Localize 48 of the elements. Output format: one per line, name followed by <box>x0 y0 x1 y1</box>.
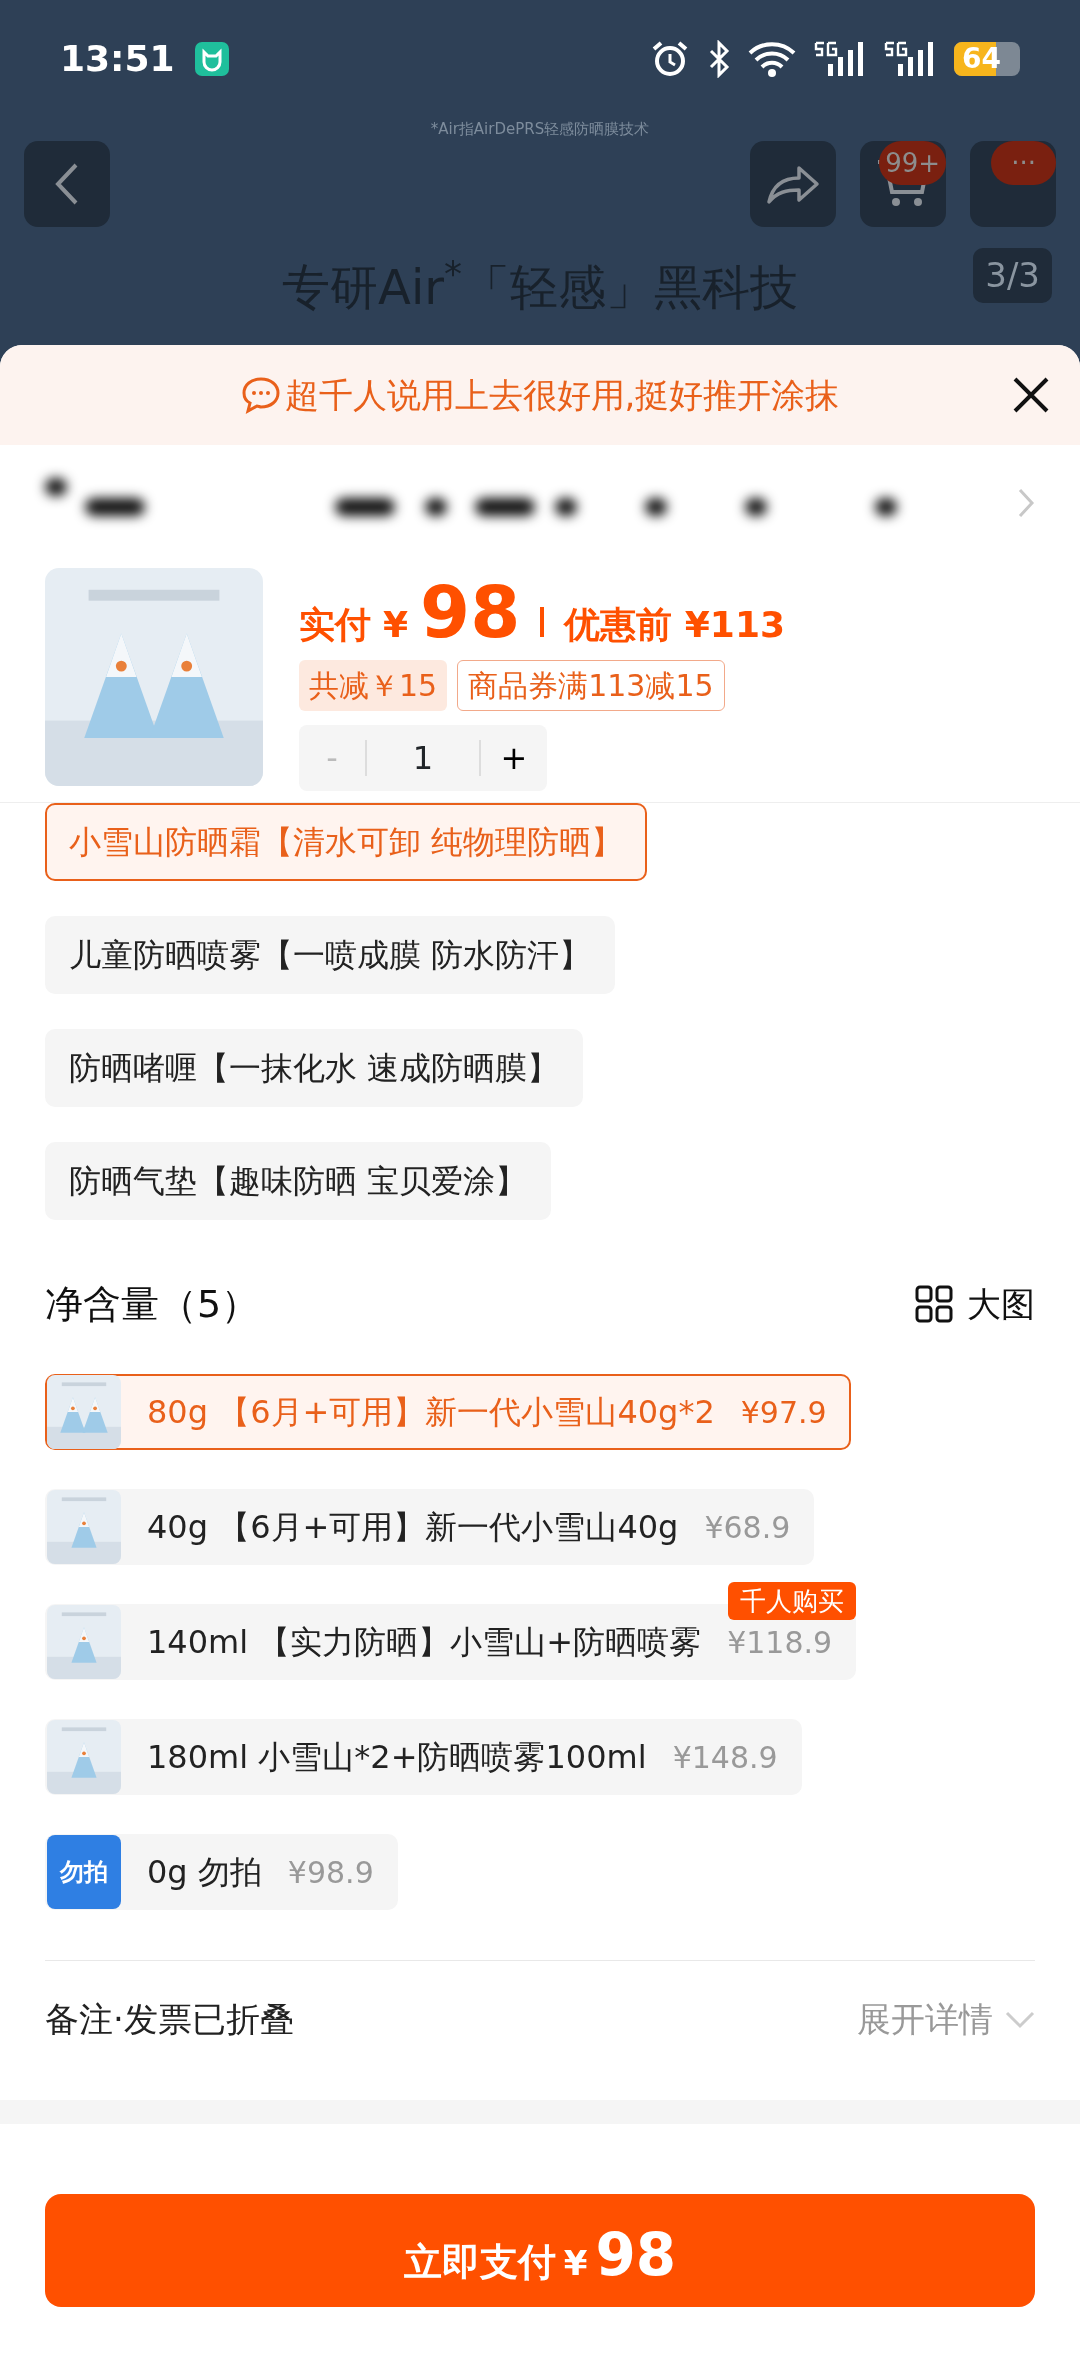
alarm-icon <box>650 39 690 79</box>
option-label: 140ml 【实力防晒】小雪山+防晒喷雾 <box>147 1622 702 1663</box>
share-button[interactable] <box>750 141 836 227</box>
option-price: ¥98.9 <box>287 1853 374 1892</box>
style-option[interactable]: 防晒啫喱【一抹化水 速成防晒膜】 <box>45 1029 584 1107</box>
wifi-icon <box>748 41 796 77</box>
note-label: 备注·发票已折叠 <box>45 1998 294 2041</box>
option-price: ¥97.9 <box>740 1393 827 1432</box>
size-option[interactable]: 勿拍 0g 勿拍 ¥98.9 <box>45 1834 398 1910</box>
option-label: 180ml 小雪山*2+防晒喷雾100ml <box>147 1737 647 1778</box>
option-label: 40g 【6月+可用】新一代小雪山40g <box>147 1507 679 1548</box>
option-label: 0g 勿拍 <box>147 1852 262 1893</box>
option-label: 80g 【6月+可用】新一代小雪山40g*2 <box>147 1392 715 1433</box>
chat-bubble-icon <box>240 375 281 415</box>
signal-icon <box>884 40 936 78</box>
price-label: 实付 <box>299 603 371 647</box>
page-indicator: 3/3 <box>973 248 1052 303</box>
coupon-tag: 商品券满113减15 <box>457 660 725 711</box>
option-price: ¥118.9 <box>727 1623 833 1662</box>
signal-icon <box>814 40 866 78</box>
size-option[interactable]: 40g 【6月+可用】新一代小雪山40g ¥68.9 <box>45 1489 815 1565</box>
grid-icon <box>915 1285 953 1323</box>
popularity-tag: 千人购买 <box>728 1582 857 1620</box>
more-badge: ··· <box>991 141 1056 185</box>
banner-caption: *Air指AirDePRS轻感防晒膜技术 <box>429 119 651 140</box>
back-button[interactable] <box>24 141 110 227</box>
option-price: ¥68.9 <box>704 1508 791 1547</box>
size-option[interactable]: 180ml 小雪山*2+防晒喷雾100ml ¥148.9 <box>45 1719 802 1795</box>
style-option[interactable]: 儿童防晒喷雾【一喷成膜 防水防汗】 <box>45 916 616 994</box>
option-price: ¥148.9 <box>672 1738 778 1777</box>
cart-count-badge: 99+ <box>879 141 946 185</box>
original-price: 优惠前 ¥113 <box>564 603 785 647</box>
close-icon <box>1012 376 1050 414</box>
currency-symbol: ¥ <box>383 603 409 647</box>
style-option[interactable]: 防晒气垫【趣味防晒 宝贝爱涂】 <box>45 1142 552 1220</box>
tip-text: 超千人说用上去很好用,挺好推开涂抹 <box>284 373 840 417</box>
final-price: 98 <box>420 576 521 648</box>
battery-level: 64 <box>962 45 1001 73</box>
status-time: 13:51 <box>60 37 175 81</box>
app-notification-icon <box>194 42 229 76</box>
quantity-value: 1 <box>365 740 481 776</box>
section-title: 净含量（5） <box>45 1280 260 1328</box>
increase-button[interactable]: + <box>481 734 547 782</box>
chevron-down-icon <box>1005 2010 1035 2029</box>
grid-view-button[interactable]: 大图 <box>915 1278 1035 1330</box>
image-placeholder: 勿拍 <box>47 1835 121 1909</box>
close-button[interactable] <box>1012 376 1050 414</box>
bluetooth-icon <box>708 40 730 78</box>
